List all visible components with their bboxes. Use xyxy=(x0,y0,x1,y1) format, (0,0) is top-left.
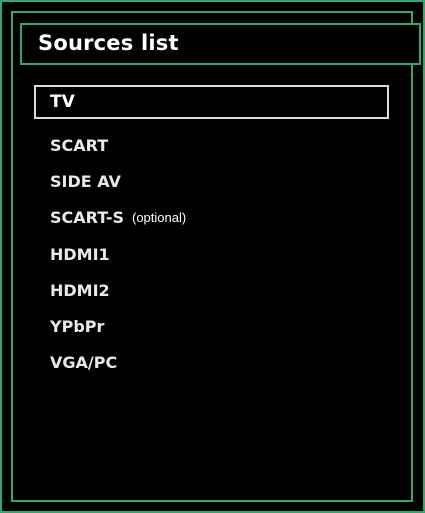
source-item-vga-pc[interactable]: VGA/PC xyxy=(50,353,117,372)
source-item-label: VGA/PC xyxy=(50,353,118,372)
source-item-hdmi1[interactable]: HDMI1 xyxy=(50,245,110,264)
source-item-tv[interactable]: TV xyxy=(34,85,389,119)
source-item-label: HDMI2 xyxy=(50,281,110,300)
source-item-scart-s[interactable]: SCART-S (optional) xyxy=(50,208,186,227)
sources-list: TV SCART SIDE AV SCART-S (optional) HDMI1… xyxy=(2,2,423,511)
optional-note: (optional) xyxy=(131,210,187,225)
source-item-side-av[interactable]: SIDE AV xyxy=(50,172,121,191)
source-item-hdmi2[interactable]: HDMI2 xyxy=(50,281,110,300)
source-item-label: TV xyxy=(50,92,75,112)
source-item-label: SCART xyxy=(50,136,109,155)
source-item-ypbpr[interactable]: YPbPr xyxy=(50,317,104,336)
source-item-scart[interactable]: SCART xyxy=(50,136,108,155)
sources-panel: Sources list TV SCART SIDE AV SCART-S (op… xyxy=(0,0,425,513)
source-item-label: HDMI1 xyxy=(50,245,110,264)
source-item-label: SIDE AV xyxy=(50,172,121,191)
source-item-label: YPbPr xyxy=(50,317,105,336)
source-item-label: SCART-S xyxy=(50,208,124,227)
